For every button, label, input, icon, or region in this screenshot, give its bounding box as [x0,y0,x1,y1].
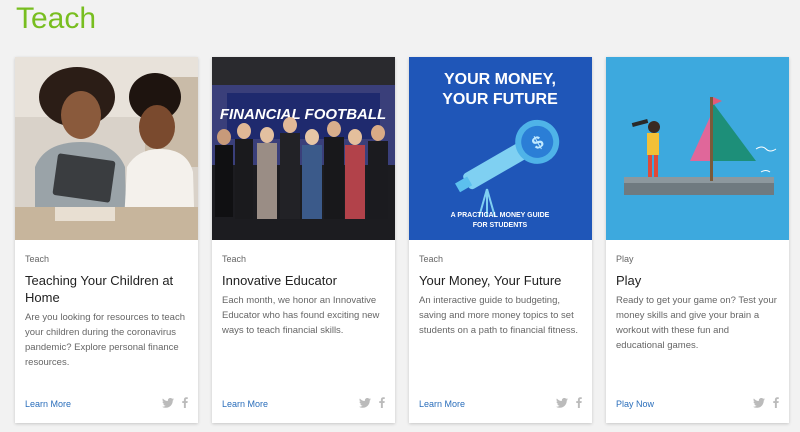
cover-subtitle-line-2: FOR STUDENTS [473,222,528,229]
money-guide-cover: YOUR MONEY, YOUR FUTURE $ A PRACTICAL MO… [409,57,592,240]
card-title[interactable]: Innovative Educator [222,272,385,289]
card-image-sailboat[interactable] [606,57,789,240]
banner-text: FINANCIAL FOOTBALL [220,106,386,123]
facebook-icon[interactable] [773,395,779,413]
card-innovative-educator[interactable]: FINANCIAL FOOTBALL Teach Innovative Educ… [212,57,395,423]
card-description: Ready to get your game on? Test your mon… [616,295,777,351]
card-category: Teach [419,254,444,264]
card-image-group-photo[interactable]: FINANCIAL FOOTBALL [212,57,395,240]
twitter-icon[interactable] [753,395,765,413]
card-description: Each month, we honor an Innovative Educa… [222,295,380,336]
card-title[interactable]: Teaching Your Children at Home [25,272,188,306]
card-title[interactable]: Your Money, Your Future [419,272,582,289]
cover-title-line-1: YOUR MONEY, [444,71,556,88]
card-title[interactable]: Play [616,272,779,289]
card-your-money-your-future[interactable]: YOUR MONEY, YOUR FUTURE $ A PRACTICAL MO… [409,57,592,423]
cover-title-line-2: YOUR FUTURE [442,91,558,108]
card-teaching-children[interactable]: Teach Teaching Your Children at Home Are… [15,57,198,423]
cover-subtitle-line-1: A PRACTICAL MONEY GUIDE [451,212,550,219]
card-category: Teach [222,254,247,264]
group-photo: FINANCIAL FOOTBALL [212,57,395,240]
card-image-money-guide[interactable]: YOUR MONEY, YOUR FUTURE $ A PRACTICAL MO… [409,57,592,240]
facebook-icon[interactable] [182,395,188,413]
card-category: Teach [25,254,50,264]
facebook-icon[interactable] [379,395,385,413]
section-title: Teach [16,2,97,35]
card-image-mother-daughter[interactable] [15,57,198,240]
learn-more-link[interactable]: Learn More [419,399,465,409]
twitter-icon[interactable] [359,395,371,413]
sailboat-illustration [606,57,789,240]
play-now-link[interactable]: Play Now [616,399,654,409]
mother-daughter-photo [15,57,198,240]
card-category: Play [616,254,634,264]
card-play[interactable]: Play Play Ready to get your game on? Tes… [606,57,789,423]
card-description: Are you looking for resources to teach y… [25,312,186,368]
facebook-icon[interactable] [576,395,582,413]
card-description: An interactive guide to budgeting, savin… [419,295,578,336]
learn-more-link[interactable]: Learn More [25,399,71,409]
card-grid: Teach Teaching Your Children at Home Are… [15,57,789,423]
learn-more-link[interactable]: Learn More [222,399,268,409]
twitter-icon[interactable] [162,395,174,413]
twitter-icon[interactable] [556,395,568,413]
